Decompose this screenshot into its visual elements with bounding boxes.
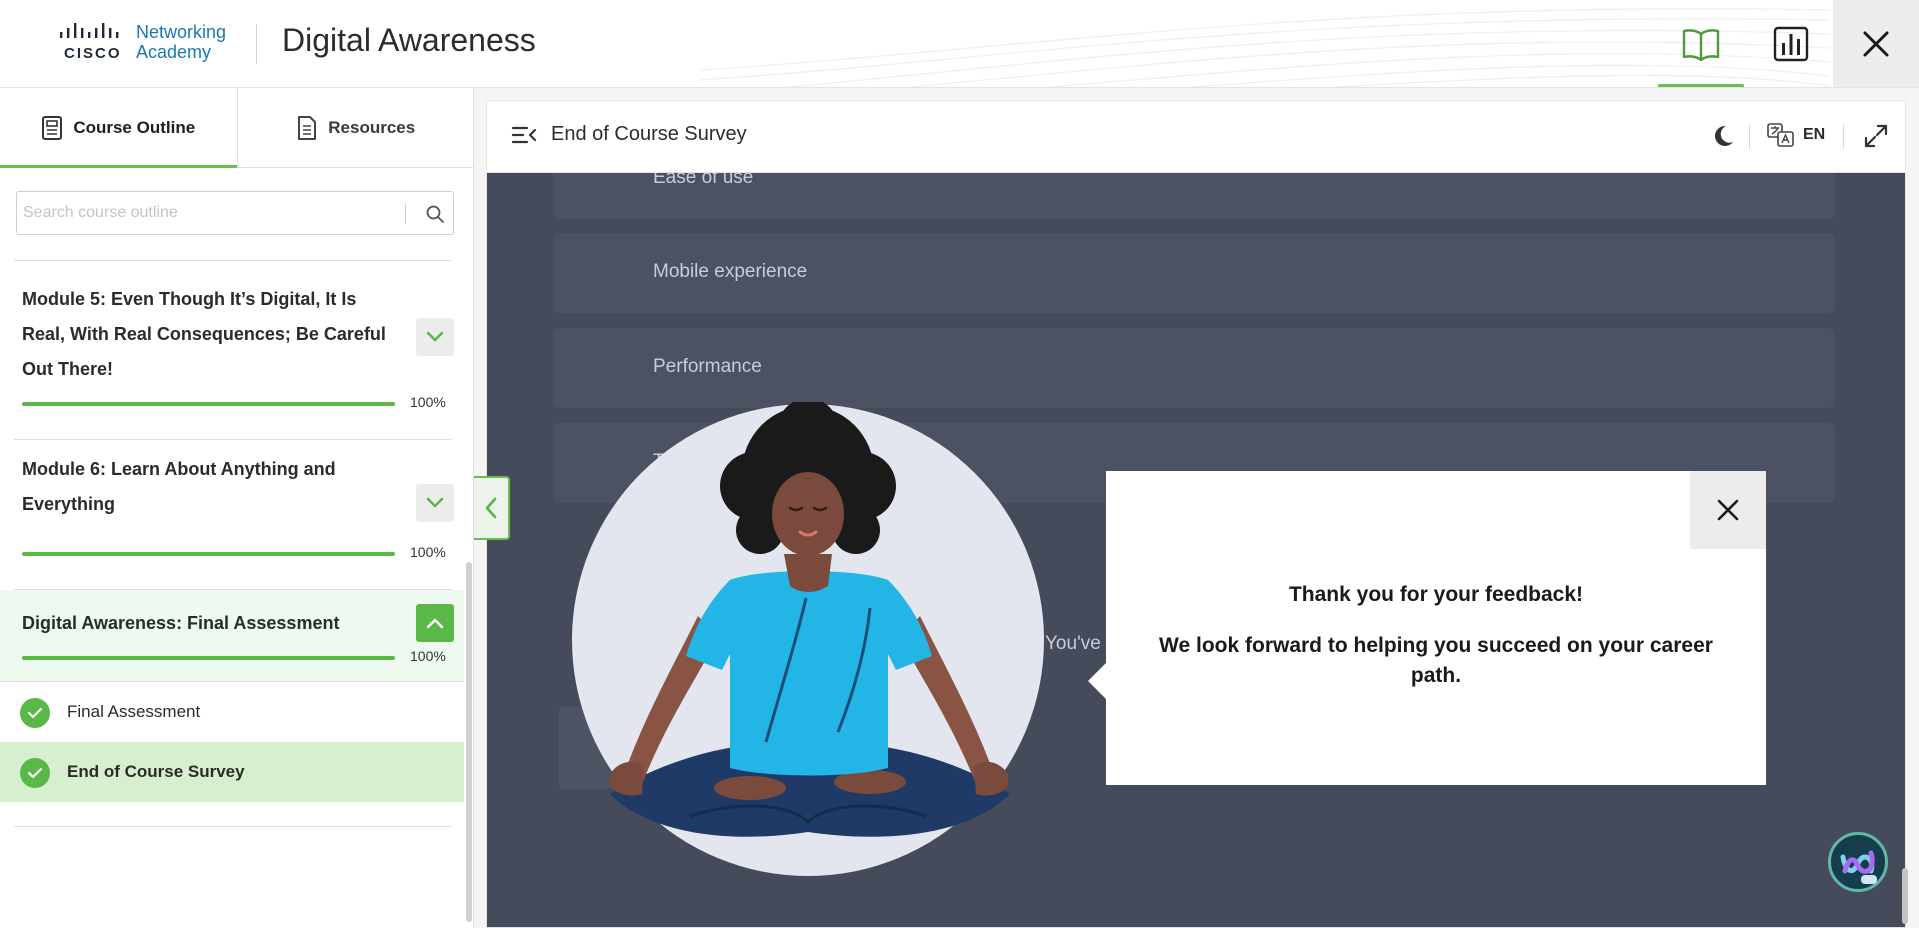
module-progress-fill — [22, 552, 395, 556]
logo-line-2: Academy — [136, 42, 212, 62]
survey-option-label: Performance — [653, 356, 762, 377]
module-progress-fill — [22, 656, 395, 660]
outline-doc-icon — [42, 115, 63, 140]
page-scrollbar[interactable] — [1902, 868, 1908, 924]
module-title: Digital Awareness: Final Assessment — [22, 613, 340, 633]
module-title: Module 6: Learn About Anything and Every… — [22, 459, 336, 514]
module-6-expand-toggle[interactable] — [416, 484, 454, 522]
module-progress-bar — [22, 402, 395, 406]
translate-icon — [1767, 123, 1794, 147]
outline-divider — [14, 826, 452, 827]
lesson-label: End of Course Survey — [67, 762, 245, 781]
module-progress-bar — [22, 552, 395, 556]
previous-page-button[interactable] — [474, 476, 510, 540]
dialog-pointer — [1088, 663, 1106, 699]
survey-partial-text: You've — [1045, 633, 1101, 654]
course-outline-list: Module 5: Even Though It’s Digital, It I… — [0, 258, 464, 928]
module-progress-bar — [22, 656, 395, 660]
close-icon — [1717, 499, 1739, 521]
module-progress-label: 100% — [410, 648, 446, 664]
exit-course-button[interactable] — [1833, 0, 1919, 87]
document-icon — [298, 115, 317, 140]
cisco-bars-icon — [60, 23, 119, 38]
header-divider — [256, 24, 257, 64]
chevron-down-icon — [426, 497, 444, 508]
chevron-left-icon — [485, 497, 497, 519]
page-title: End of Course Survey — [551, 123, 747, 145]
lesson-label: Final Assessment — [67, 702, 201, 721]
chevron-up-icon — [426, 618, 444, 629]
logo-line-1: Networking — [136, 22, 227, 42]
module-title: Module 5: Even Though It’s Digital, It I… — [22, 289, 386, 379]
survey-option-label: Mobile experience — [653, 261, 808, 282]
content-header: End of Course Survey EN — [487, 101, 1905, 173]
lesson-end-of-course-survey[interactable]: End of Course Survey — [0, 742, 464, 802]
progress-chart-button[interactable] — [1748, 0, 1834, 87]
fullscreen-expand-icon[interactable] — [1863, 123, 1889, 149]
cisco-networking-academy-logo[interactable]: CISCO Networking Academy — [58, 22, 238, 66]
logo-cisco-text: CISCO — [64, 45, 122, 62]
close-icon — [1863, 31, 1889, 57]
module-6[interactable]: Module 6: Learn About Anything and Every… — [0, 440, 464, 590]
tab-resources[interactable]: Resources — [236, 88, 475, 167]
dialog-title: Thank you for your feedback! — [1288, 583, 1584, 606]
meditation-illustration — [572, 402, 1044, 876]
collapse-menu-icon[interactable] — [511, 123, 537, 147]
logo-academy-text: Networking Academy — [136, 22, 226, 62]
search-input[interactable] — [23, 198, 413, 228]
tab-course-outline[interactable]: Course Outline — [0, 88, 237, 168]
search-icon[interactable] — [425, 204, 445, 224]
tab-course-outline-label: Course Outline — [73, 117, 196, 137]
lesson-final-assessment[interactable]: Final Assessment — [0, 682, 464, 742]
dark-mode-moon-icon[interactable] — [1711, 123, 1735, 149]
header-divider — [1749, 125, 1750, 149]
top-header: CISCO Networking Academy Digital Awarene… — [0, 0, 1919, 88]
module-final-collapse-toggle[interactable] — [416, 604, 454, 642]
chevron-down-icon — [426, 331, 444, 342]
survey-option-row[interactable]: Ease of use — [553, 173, 1835, 219]
course-book-button[interactable] — [1658, 0, 1744, 87]
survey-option-row[interactable]: Mobile experience — [553, 233, 1835, 313]
module-progress-fill — [22, 402, 395, 406]
course-sidebar: Course Outline Resources Module 5: Even … — [0, 88, 474, 928]
module-5[interactable]: Module 5: Even Though It’s Digital, It I… — [0, 274, 464, 440]
tab-resources-label: Resources — [328, 117, 416, 137]
check-circle-icon — [20, 758, 50, 788]
bar-chart-icon — [1773, 26, 1809, 62]
check-circle-icon — [20, 698, 50, 728]
module-5-expand-toggle[interactable] — [416, 318, 454, 356]
webex-icon — [1840, 850, 1877, 884]
module-final-assessment[interactable]: Digital Awareness: Final Assessment 100% — [0, 590, 464, 682]
language-button[interactable]: EN — [1767, 123, 1825, 147]
outline-divider — [14, 260, 452, 261]
webex-assistant-button[interactable] — [1828, 832, 1888, 892]
sidebar-scrollbar[interactable] — [466, 562, 472, 922]
app-title: Digital Awareness — [282, 22, 536, 58]
language-code: EN — [1803, 126, 1826, 143]
feedback-thank-you-dialog: Thank you for your feedback! We look for… — [1088, 471, 1766, 785]
outline-search — [16, 191, 454, 235]
search-divider — [405, 204, 406, 224]
module-progress-label: 100% — [410, 394, 446, 410]
header-divider — [1843, 125, 1844, 149]
survey-option-row[interactable]: Performance — [553, 328, 1835, 408]
sidebar-tabs: Course Outline Resources — [0, 88, 474, 168]
dialog-close-button[interactable] — [1690, 471, 1766, 549]
survey-option-label: Ease of use — [653, 173, 754, 188]
book-icon — [1682, 29, 1720, 61]
dialog-message: We look forward to helping you succeed o… — [1159, 634, 1713, 687]
module-progress-label: 100% — [410, 544, 446, 560]
